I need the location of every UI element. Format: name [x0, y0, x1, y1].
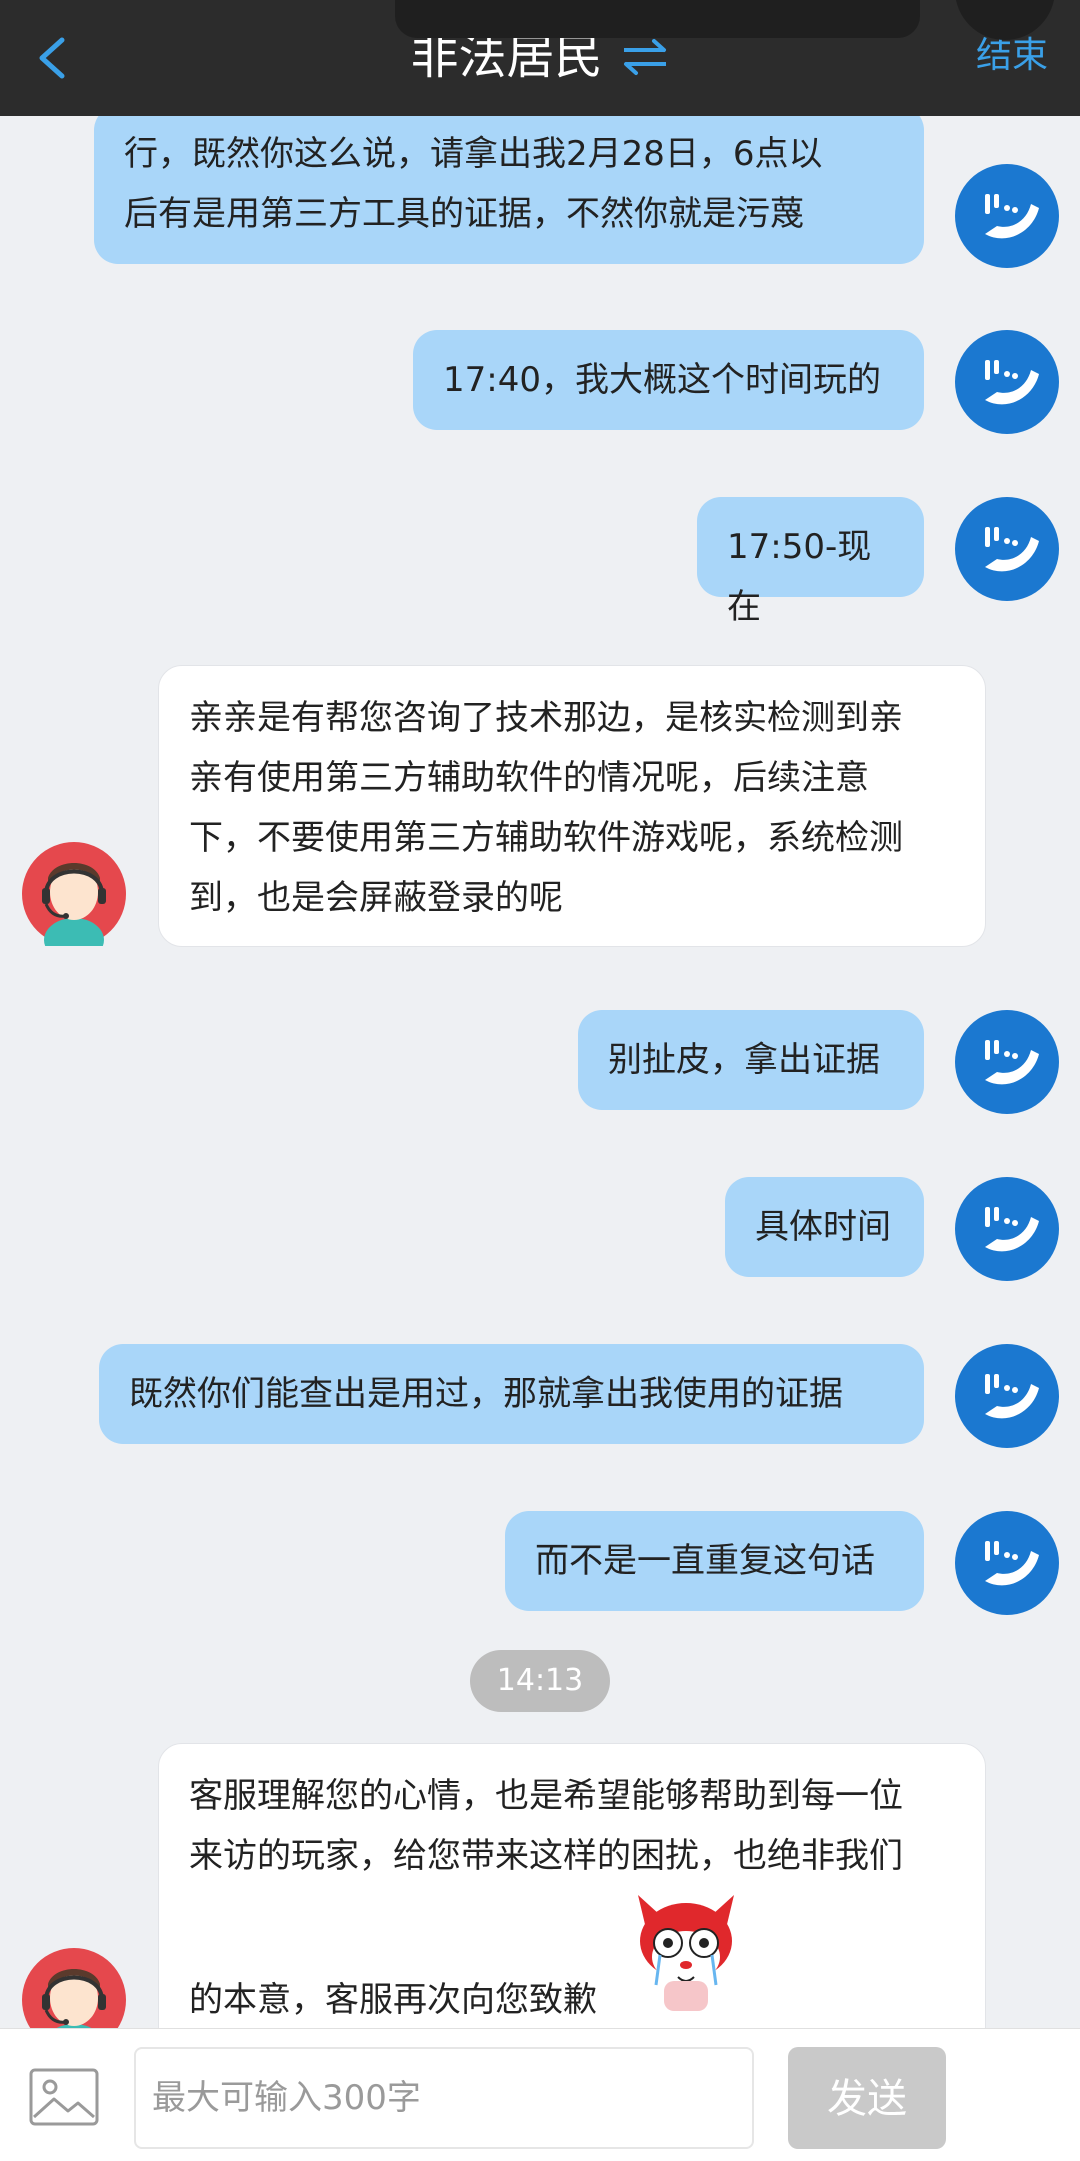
incoming-message: 客服理解您的心情，也是希望能够帮助到每一位 来访的玩家，给您带来这样的困扰，也绝…: [158, 1743, 986, 2063]
message-line: 下，不要使用第三方辅助软件游戏呢，系统检测: [189, 818, 903, 858]
outgoing-message: 17:40，我大概这个时间玩的: [413, 330, 924, 430]
image-icon[interactable]: [28, 2067, 100, 2127]
user-avatar[interactable]: [955, 1344, 1059, 1448]
outgoing-message: 而不是一直重复这句话: [505, 1511, 924, 1611]
user-avatar[interactable]: [955, 1177, 1059, 1281]
outgoing-message: 别扯皮，拿出证据: [578, 1010, 924, 1110]
user-avatar[interactable]: [955, 1511, 1059, 1615]
outgoing-message: 既然你们能查出是用过，那就拿出我使用的证据: [99, 1344, 924, 1444]
user-avatar[interactable]: [955, 1010, 1059, 1114]
user-avatar[interactable]: [955, 497, 1059, 601]
message-line: 客服理解您的心情，也是希望能够帮助到每一位: [189, 1776, 903, 1816]
outgoing-message: 具体时间: [725, 1177, 924, 1277]
agent-avatar[interactable]: [22, 842, 126, 946]
message-input[interactable]: [134, 2047, 754, 2149]
message-line: 17:50-现在: [727, 527, 872, 627]
message-line: 到，也是会屏蔽登录的呢: [189, 878, 563, 918]
message-line: 亲有使用第三方辅助软件的情况呢，后续注意: [189, 758, 869, 798]
message-line: [189, 1886, 955, 1970]
send-button[interactable]: 发送: [788, 2047, 946, 2149]
outgoing-message: 17:50-现在: [697, 497, 924, 627]
previous-message-bubble: [395, 0, 920, 38]
swap-arrows-icon[interactable]: [620, 37, 670, 77]
message-line: 具体时间: [755, 1207, 891, 1247]
input-bar: 发送: [0, 2028, 1080, 2161]
message-line: 别扯皮，拿出证据: [608, 1040, 880, 1080]
message-line: 行，既然你这么说，请拿出我2月28日，6点以: [124, 134, 823, 174]
message-line: 17:40，我大概这个时间玩的: [443, 360, 881, 400]
crying-fox-sticker-icon: [638, 1895, 734, 2011]
user-avatar[interactable]: [955, 330, 1059, 434]
incoming-message: 亲亲是有帮您咨询了技术那边，是核实检测到亲 亲有使用第三方辅助软件的情况呢，后续…: [158, 665, 986, 947]
outgoing-message: 行，既然你这么说，请拿出我2月28日，6点以 后有是用第三方工具的证据，不然你就…: [94, 106, 924, 264]
message-line: 亲亲是有帮您咨询了技术那边，是核实检测到亲: [189, 698, 903, 738]
message-line: 来访的玩家，给您带来这样的困扰，也绝非我们: [189, 1836, 903, 1876]
message-line: 的本意，客服再次向您致歉: [189, 1980, 597, 2020]
message-line: 后有是用第三方工具的证据，不然你就是污蔑: [124, 194, 804, 234]
message-line: 而不是一直重复这句话: [535, 1541, 875, 1581]
timestamp-badge: 14:13: [470, 1650, 610, 1712]
user-avatar[interactable]: [955, 164, 1059, 268]
message-line: 既然你们能查出是用过，那就拿出我使用的证据: [129, 1374, 843, 1414]
